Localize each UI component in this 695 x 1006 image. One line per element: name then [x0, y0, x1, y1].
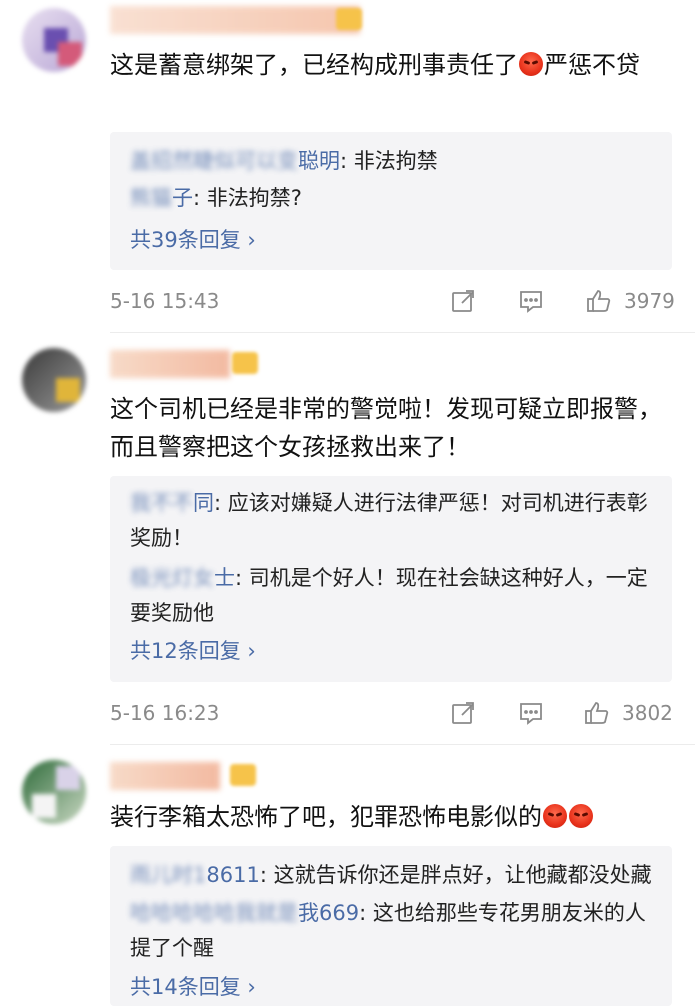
angry-emoji-icon [519, 52, 543, 76]
reply-author[interactable]: 我不不同 [130, 491, 214, 515]
thumbs-up-icon[interactable] [584, 700, 610, 726]
angry-emoji-icon [569, 804, 593, 828]
reply-item[interactable]: 哈哈哈哈哈我就是我669: 这也给那些专花男朋友米的人提了个醒 [130, 896, 658, 966]
reply-author[interactable]: 盖招然睫似可以变聪明 [130, 149, 340, 173]
reply-box: 我不不同: 应该对嫌疑人进行法律严惩！对司机进行表彰奖励！ 极光灯女士: 司机是… [110, 476, 672, 682]
reply-item[interactable]: 熊猫子: 非法拘禁? [130, 181, 658, 216]
divider [110, 332, 695, 333]
like-count: 3979 [624, 289, 675, 313]
more-replies-link[interactable]: 共39条回复 › [130, 225, 256, 255]
reply-author[interactable]: 熊猫子 [130, 186, 193, 210]
reply-author[interactable]: 雨儿时18611 [130, 863, 260, 887]
reply-item[interactable]: 盖招然睫似可以变聪明: 非法拘禁 [130, 144, 658, 179]
reply-item[interactable]: 雨儿时18611: 这就告诉你还是胖点好，让他藏都没处藏 [130, 858, 658, 893]
comment-meta: 5-16 16:23 3802 [110, 698, 675, 728]
username[interactable] [110, 6, 360, 34]
member-badge [230, 764, 256, 786]
thumbs-up-icon[interactable] [586, 288, 612, 314]
comment-icon[interactable] [518, 288, 544, 314]
username[interactable] [110, 762, 220, 790]
timestamp: 5-16 15:43 [110, 289, 220, 313]
angry-emoji-icon [543, 804, 567, 828]
like-count: 3802 [622, 701, 673, 725]
member-badge [336, 8, 362, 30]
comment-text: 这个司机已经是非常的警觉啦！发现可疑立即报警，而且警察把这个女孩拯救出来了！ [110, 395, 662, 461]
timestamp: 5-16 16:23 [110, 701, 220, 725]
reply-box: 盖招然睫似可以变聪明: 非法拘禁 熊猫子: 非法拘禁? 共39条回复 › [110, 132, 672, 270]
reply-item[interactable]: 极光灯女士: 司机是个好人！现在社会缺这种好人，一定要奖励他 [130, 561, 658, 631]
comment-text: 这是蓄意绑架了，已经构成刑事责任了 严惩不贷 [110, 51, 640, 79]
comment-meta: 5-16 15:43 3979 [110, 286, 675, 316]
comment-icon[interactable] [518, 700, 544, 726]
reply-author[interactable]: 哈哈哈哈哈我就是我669 [130, 901, 359, 925]
reply-item[interactable]: 我不不同: 应该对嫌疑人进行法律严惩！对司机进行表彰奖励！ [130, 486, 658, 556]
username[interactable] [110, 350, 230, 378]
member-badge [232, 352, 258, 374]
divider [110, 744, 695, 745]
comment-text: 装行李箱太恐怖了吧，犯罪恐怖电影似的 [110, 798, 670, 836]
more-replies-link[interactable]: 共14条回复 › [130, 972, 256, 1002]
share-icon[interactable] [450, 700, 476, 726]
avatar[interactable] [22, 348, 86, 412]
more-replies-link[interactable]: 共12条回复 › [130, 636, 256, 666]
avatar[interactable] [22, 8, 86, 72]
share-icon[interactable] [450, 288, 476, 314]
reply-box: 雨儿时18611: 这就告诉你还是胖点好，让他藏都没处藏 哈哈哈哈哈我就是我66… [110, 846, 672, 1006]
avatar[interactable] [22, 760, 86, 824]
reply-author[interactable]: 极光灯女士 [130, 566, 235, 590]
